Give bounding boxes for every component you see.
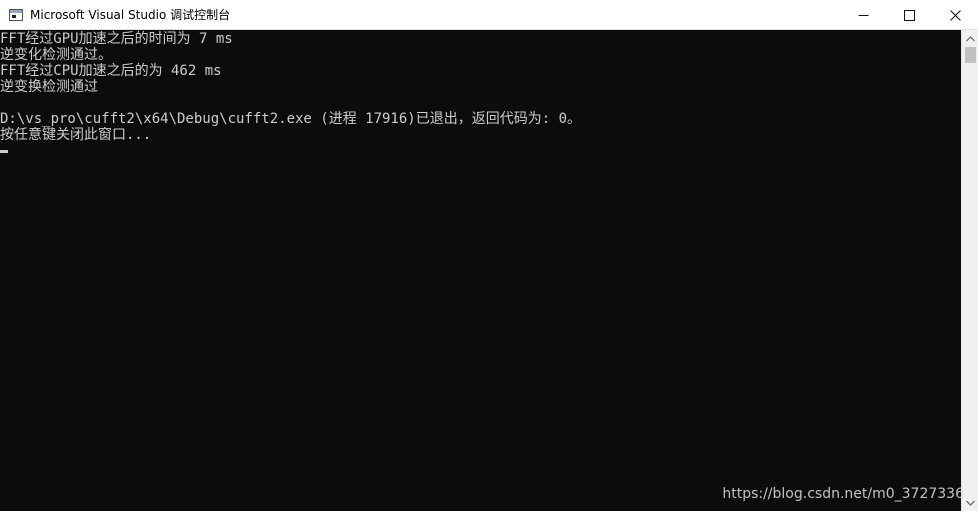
console-line: 按任意键关闭此窗口... <box>0 127 152 143</box>
console-app-icon <box>9 8 23 21</box>
scroll-thumb[interactable] <box>965 47 976 63</box>
window-controls <box>840 0 978 30</box>
window-title: Microsoft Visual Studio 调试控制台 <box>30 8 231 22</box>
text-cursor <box>0 150 8 153</box>
console-line: FFT经过CPU加速之后的为 462 ms <box>0 63 222 79</box>
console-window: Microsoft Visual Studio 调试控制台 FFT经过GPU加速… <box>0 0 978 511</box>
chevron-down-icon <box>966 500 975 506</box>
minimize-icon <box>858 14 868 16</box>
console-line: FFT经过GPU加速之后的时间为 7 ms <box>0 31 233 47</box>
maximize-icon <box>903 9 915 21</box>
chevron-up-icon <box>966 35 975 41</box>
watermark-text: https://blog.csdn.net/m0_3727336 <box>722 486 964 502</box>
maximize-button[interactable] <box>886 0 932 30</box>
close-icon <box>949 9 961 21</box>
vertical-scrollbar[interactable] <box>961 30 978 511</box>
console-line: 逆变化检测通过。 <box>0 47 112 63</box>
scroll-up-button[interactable] <box>962 30 978 47</box>
console-output[interactable]: FFT经过GPU加速之后的时间为 7 ms 逆变化检测通过。 FFT经过CPU加… <box>0 30 961 511</box>
close-button[interactable] <box>932 0 978 30</box>
console-line: D:\vs_pro\cufft2\x64\Debug\cufft2.exe (进… <box>0 111 582 127</box>
minimize-button[interactable] <box>840 0 886 30</box>
scroll-down-button[interactable] <box>962 494 978 511</box>
console-line: 逆变换检测通过 <box>0 79 98 95</box>
title-bar[interactable]: Microsoft Visual Studio 调试控制台 <box>0 0 978 30</box>
